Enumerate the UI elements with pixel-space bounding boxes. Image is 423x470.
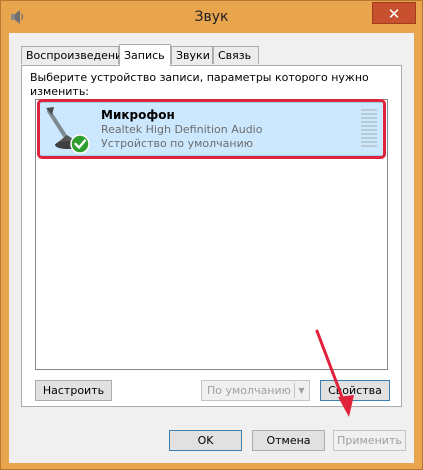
cancel-button[interactable]: Отмена [252,430,325,451]
device-item-microphone[interactable]: Микрофон Realtek High Definition Audio У… [37,99,386,159]
configure-button[interactable]: Настроить [35,380,112,401]
dialog-client-area: Воспроизведение Запись Звуки Связь Выбер… [9,33,414,463]
window-title: Звук [194,9,229,25]
set-default-split-button[interactable]: По умолчанию ▼ [201,380,310,401]
recording-tab-panel: Выберите устройство записи, параметры ко… [21,65,402,407]
properties-button[interactable]: Свойства [320,380,390,401]
tab-playback[interactable]: Воспроизведение [21,46,129,64]
close-button[interactable]: ✕ [372,2,416,24]
close-icon: ✕ [387,5,401,23]
instruction-text: Выберите устройство записи, параметры ко… [30,71,369,98]
title-bar[interactable]: Звук ✕ [1,1,422,33]
sound-dialog-window: Звук ✕ Воспроизведение Запись Звуки Связ… [0,0,423,470]
ok-button[interactable]: OK [169,430,242,451]
tab-sounds[interactable]: Звуки [171,46,213,64]
device-highlight-annotation [37,99,386,159]
tab-recording[interactable]: Запись [119,44,171,66]
tab-communications[interactable]: Связь [213,46,259,64]
set-default-label: По умолчанию [207,384,291,397]
recording-device-list[interactable]: Микрофон Realtek High Definition Audio У… [35,99,388,370]
apply-button[interactable]: Применить [333,430,406,451]
chevron-down-icon[interactable]: ▼ [296,381,307,400]
